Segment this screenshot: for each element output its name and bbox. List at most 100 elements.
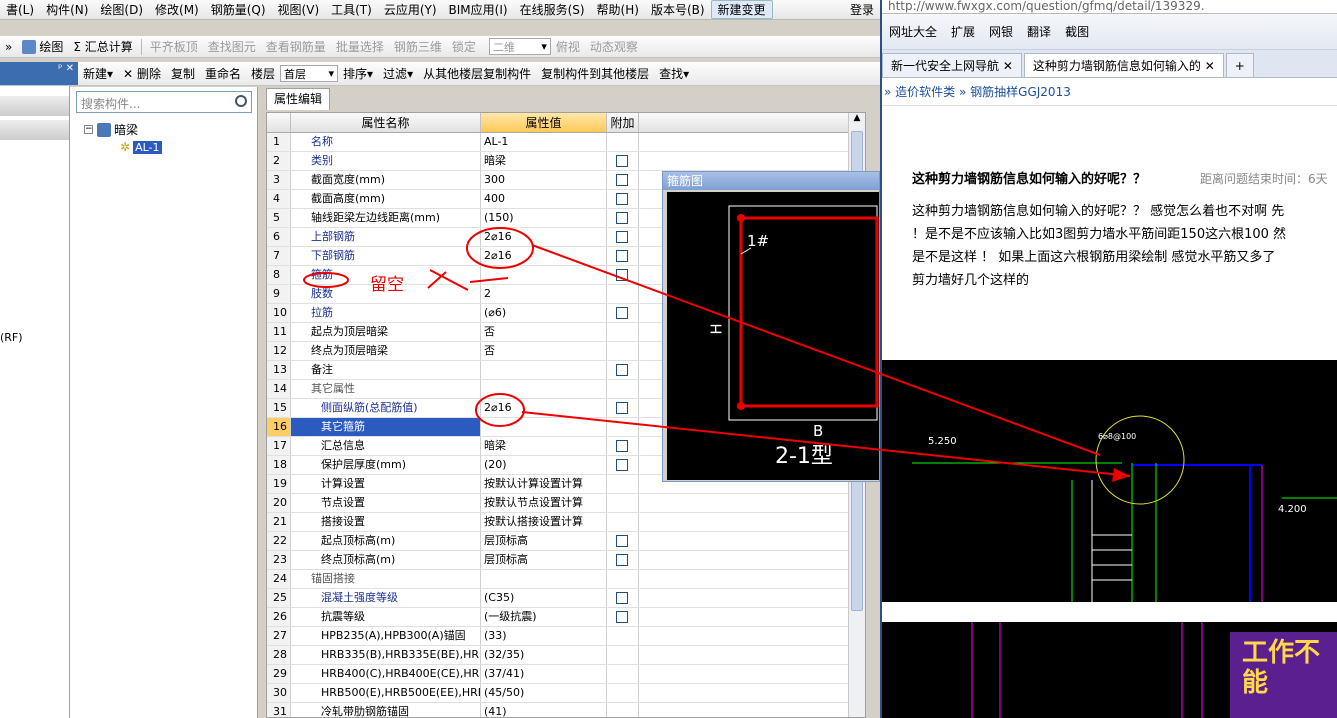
- property-value[interactable]: (41): [481, 703, 607, 717]
- delete-button[interactable]: ✕ 删除: [118, 62, 166, 85]
- menu-item[interactable]: 钢筋量(Q): [205, 1, 272, 18]
- property-row[interactable]: 31 冷轧带肋钢筋锚固 (41): [267, 703, 857, 717]
- property-value[interactable]: 按默认计算设置计算: [481, 475, 607, 493]
- copy-button[interactable]: 复制: [166, 62, 200, 85]
- property-value[interactable]: (33): [481, 627, 607, 645]
- browser-tool[interactable]: 截图: [1058, 23, 1096, 40]
- new-button[interactable]: 新建 ▾: [78, 62, 118, 85]
- menu-item[interactable]: 版本号(B): [645, 1, 711, 18]
- extra-checkbox[interactable]: [616, 440, 628, 452]
- ad-banner[interactable]: 工作不能: [1230, 632, 1337, 718]
- view-rebar-button[interactable]: 查看钢筋量: [261, 36, 331, 57]
- property-row[interactable]: 23 终点顶标高(m) 层顶标高: [267, 551, 857, 570]
- property-value[interactable]: 暗梁: [481, 152, 607, 170]
- new-tab-button[interactable]: +: [1225, 53, 1254, 77]
- extra-checkbox[interactable]: [616, 193, 628, 205]
- breadcrumb-link[interactable]: 钢筋抽样GGJ2013: [970, 85, 1071, 99]
- property-value[interactable]: (20): [481, 456, 607, 474]
- menu-item[interactable]: 在线服务(S): [514, 1, 591, 18]
- property-row[interactable]: 26 抗震等级 (一级抗震): [267, 608, 857, 627]
- menu-item[interactable]: 工具(T): [325, 1, 378, 18]
- extra-checkbox[interactable]: [616, 402, 628, 414]
- extra-checkbox[interactable]: [616, 155, 628, 167]
- browser-tool[interactable]: 网址大全: [882, 23, 944, 40]
- rename-button[interactable]: 重命名: [200, 62, 246, 85]
- tab-navigation[interactable]: 新一代安全上网导航 ✕: [882, 53, 1022, 77]
- copy-to-floor-button[interactable]: 复制构件到其他楼层: [536, 62, 654, 85]
- property-value[interactable]: 2⌀16: [481, 247, 607, 265]
- property-value[interactable]: 层顶标高: [481, 551, 607, 569]
- property-row[interactable]: 21 搭接设置 按默认搭接设置计算: [267, 513, 857, 532]
- extra-checkbox[interactable]: [616, 212, 628, 224]
- filter-button[interactable]: 过滤 ▾: [378, 62, 418, 85]
- property-row[interactable]: 27 HPB235(A),HPB300(A)锚固 (33): [267, 627, 857, 646]
- property-value[interactable]: 2: [481, 285, 607, 303]
- extra-checkbox[interactable]: [616, 174, 628, 186]
- address-bar[interactable]: http://www.fwxgx.com/question/gfmq/detai…: [882, 0, 1337, 14]
- property-value[interactable]: AL-1: [481, 133, 607, 151]
- property-value[interactable]: 按默认节点设置计算: [481, 494, 607, 512]
- property-row[interactable]: 30 HRB500(E),HRB500E(EE),HRBF (45/50): [267, 684, 857, 703]
- menu-item[interactable]: 云应用(Y): [378, 1, 443, 18]
- overflow-chevron[interactable]: »: [0, 36, 17, 57]
- property-value[interactable]: (37/41): [481, 665, 607, 683]
- extra-checkbox[interactable]: [616, 611, 628, 623]
- menu-item[interactable]: 绘图(D): [94, 1, 149, 18]
- property-row[interactable]: 24 锚固搭接: [267, 570, 857, 589]
- rebar-3d-button[interactable]: 钢筋三维: [389, 36, 447, 57]
- property-value[interactable]: 否: [481, 323, 607, 341]
- property-row[interactable]: 28 HRB335(B),HRB335E(BE),HRBF (32/35): [267, 646, 857, 665]
- menu-item[interactable]: 构件(N): [40, 1, 94, 18]
- property-value[interactable]: 暗梁: [481, 437, 607, 455]
- tree-node-child[interactable]: ✲ AL-1: [120, 140, 162, 154]
- property-row[interactable]: 29 HRB400(C),HRB400E(CE),HRBF (37/41): [267, 665, 857, 684]
- login-button[interactable]: 登录: [844, 1, 880, 18]
- property-value[interactable]: [481, 380, 607, 398]
- extra-checkbox[interactable]: [616, 535, 628, 547]
- breadcrumb-link[interactable]: 造价软件类: [895, 85, 955, 99]
- property-row[interactable]: 25 混凝土强度等级 (C35): [267, 589, 857, 608]
- find-element-button[interactable]: 查找图元: [203, 36, 261, 57]
- component-search-input[interactable]: 搜索构件...: [76, 91, 252, 113]
- property-value[interactable]: 按默认搭接设置计算: [481, 513, 607, 531]
- batch-select-button[interactable]: 批量选择: [331, 36, 389, 57]
- browser-tool[interactable]: 扩展: [944, 23, 982, 40]
- property-value[interactable]: (一级抗震): [481, 608, 607, 626]
- property-value[interactable]: (150): [481, 209, 607, 227]
- property-row[interactable]: 2 类别 暗梁: [267, 152, 857, 171]
- top-view-button[interactable]: 俯视: [551, 36, 585, 57]
- pin-close-bar[interactable]: ᵖ ✕: [0, 62, 78, 85]
- search-icon[interactable]: [235, 95, 247, 107]
- menu-item[interactable]: 書(L): [0, 1, 40, 18]
- property-value[interactable]: (⌀6): [481, 304, 607, 322]
- menu-item[interactable]: BIM应用(I): [443, 1, 514, 18]
- browser-tool[interactable]: 网银: [982, 23, 1020, 40]
- extra-checkbox[interactable]: [616, 269, 628, 281]
- property-value[interactable]: [481, 361, 607, 379]
- tab-question[interactable]: 这种剪力墙钢筋信息如何输入的 ✕: [1023, 53, 1224, 77]
- draw-button[interactable]: 绘图: [17, 36, 68, 57]
- menu-item[interactable]: 修改(M): [149, 1, 205, 18]
- property-value[interactable]: (C35): [481, 589, 607, 607]
- view-mode-select[interactable]: 二维 ▾: [488, 38, 551, 55]
- property-value[interactable]: 2⌀16: [481, 399, 607, 417]
- floor-select[interactable]: 首层 ▾: [280, 65, 338, 82]
- sort-button[interactable]: 排序 ▾: [338, 62, 378, 85]
- scroll-up-icon[interactable]: ▲: [849, 113, 865, 129]
- new-change-button[interactable]: 新建变更: [710, 0, 773, 19]
- property-row[interactable]: 1 名称 AL-1: [267, 133, 857, 152]
- property-row[interactable]: 22 起点顶标高(m) 层顶标高: [267, 532, 857, 551]
- property-value[interactable]: 否: [481, 342, 607, 360]
- property-value[interactable]: 400: [481, 190, 607, 208]
- extra-checkbox[interactable]: [616, 231, 628, 243]
- extra-checkbox[interactable]: [616, 554, 628, 566]
- dynamic-observe-button[interactable]: 动态观察: [585, 36, 643, 57]
- collapse-icon[interactable]: −: [84, 125, 93, 134]
- menu-item[interactable]: 帮助(H): [591, 1, 645, 18]
- property-value[interactable]: (45/50): [481, 684, 607, 702]
- extra-checkbox[interactable]: [616, 364, 628, 376]
- extra-checkbox[interactable]: [616, 307, 628, 319]
- browser-tool[interactable]: 翻译: [1020, 23, 1058, 40]
- property-value[interactable]: [481, 418, 607, 436]
- property-value[interactable]: [481, 570, 607, 588]
